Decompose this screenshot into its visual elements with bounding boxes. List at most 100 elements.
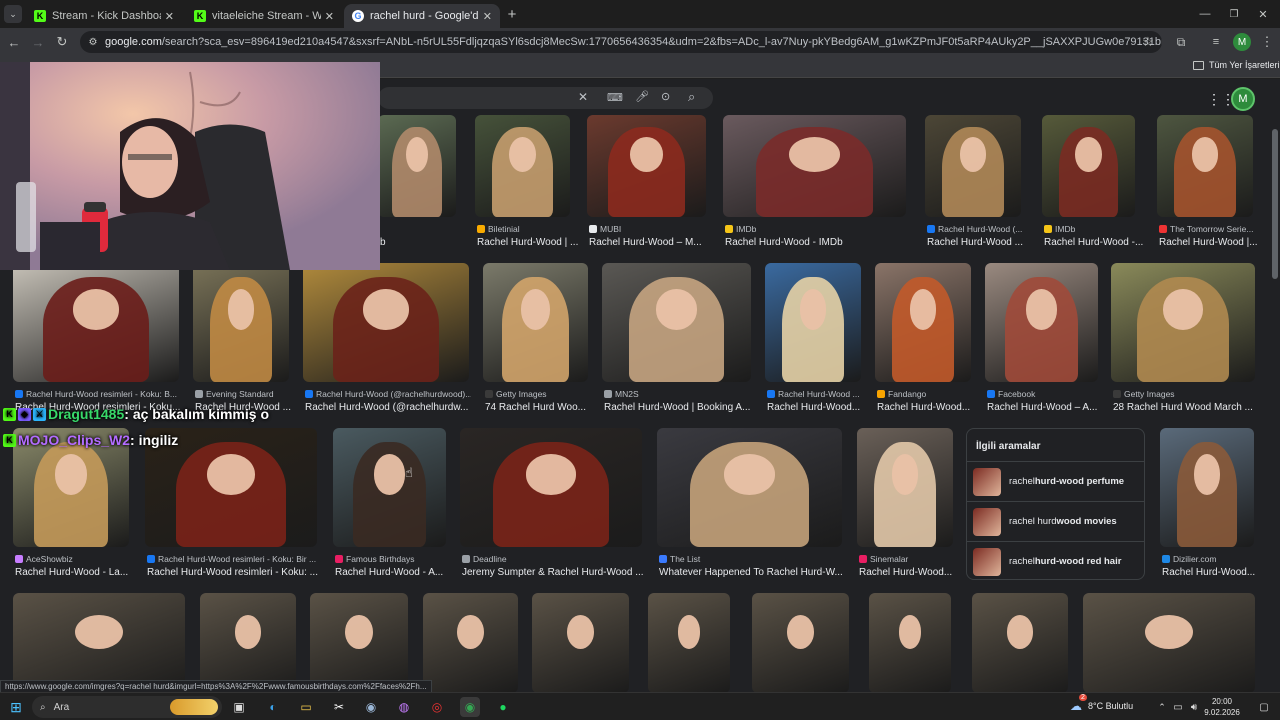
close-tab-icon[interactable]: ✕ (325, 10, 334, 23)
image-result-meta[interactable]: Rachel Hurd-Wood resimleri - Koku: Bir .… (147, 553, 319, 578)
site-info-icon[interactable]: ⚙ (84, 33, 102, 51)
volume-icon[interactable]: 🔊︎ (1184, 697, 1204, 717)
image-result-thumbnail[interactable] (460, 428, 642, 547)
related-search-item[interactable]: rachel hurd-wood perfume (967, 461, 1144, 501)
image-result-meta[interactable]: IMDb Rachel Hurd-Wood -... (1044, 223, 1164, 248)
image-result-meta[interactable]: MN2S Rachel Hurd-Wood | Booking A... (604, 388, 753, 413)
image-result-thumbnail[interactable] (303, 263, 469, 382)
image-result-thumbnail[interactable] (13, 263, 179, 382)
image-result-thumbnail[interactable] (972, 593, 1068, 692)
result-caption: Rachel Hurd-Wood | Booking A... (604, 402, 751, 413)
keyboard-icon[interactable]: ⌨ (607, 91, 623, 104)
image-result-meta[interactable]: The List Whatever Happened To Rachel Hurd… (659, 553, 844, 578)
image-result-thumbnail[interactable] (587, 115, 706, 217)
related-search-item[interactable]: rachel hurd wood movies (967, 501, 1144, 541)
image-result-thumbnail[interactable] (752, 593, 849, 692)
image-result-thumbnail[interactable] (423, 593, 518, 692)
new-tab-button[interactable]: + (503, 5, 521, 23)
image-result-meta[interactable]: Rachel Hurd-Wood (... Rachel Hurd-Wood ..… (927, 223, 1047, 248)
image-result-thumbnail[interactable] (1042, 115, 1135, 217)
related-search-item[interactable]: rachel hurd-wood red hair (967, 541, 1144, 581)
media-controls-icon[interactable]: ≡ (1207, 33, 1225, 51)
profile-avatar[interactable]: M (1233, 33, 1251, 51)
forward-icon[interactable]: → (29, 33, 47, 51)
bookmark-star-icon[interactable]: ☆ (1139, 33, 1157, 51)
image-result-thumbnail[interactable] (648, 593, 730, 692)
voice-search-icon[interactable]: 🎤︎ (635, 90, 649, 103)
image-result-meta[interactable]: Rachel Hurd-Wood ... Rachel Hurd-Wood... (767, 388, 887, 413)
browser-menu-icon[interactable]: ⋮ (1258, 33, 1276, 51)
image-result-meta[interactable]: Sinemalar Rachel Hurd-Wood... (859, 553, 979, 578)
clear-search-icon[interactable]: ✕ (578, 90, 588, 104)
back-icon[interactable]: ← (5, 33, 23, 51)
image-result-thumbnail[interactable] (985, 263, 1098, 382)
image-result-thumbnail[interactable] (723, 115, 906, 217)
close-window-icon[interactable]: ✕ (1254, 5, 1272, 23)
close-tab-icon[interactable]: ✕ (483, 10, 492, 23)
weather-widget[interactable]: ☁ 2 8°C Bulutlu (1070, 694, 1133, 713)
image-result-thumbnail[interactable] (1083, 593, 1255, 692)
edge-icon[interactable]: ◐ (263, 697, 283, 717)
tab-search-button[interactable]: ⌄ (4, 5, 22, 23)
image-result-meta[interactable]: Getty Images 28 Rachel Hurd Wood March ..… (1113, 388, 1257, 413)
chrome-icon[interactable]: ◉ (460, 697, 480, 717)
image-result-thumbnail[interactable] (200, 593, 296, 692)
restore-icon[interactable]: ❐ (1225, 5, 1243, 23)
search-box[interactable]: ✕ ⌨ 🎤︎ ⊙ ⌕ (378, 87, 713, 109)
image-result-thumbnail[interactable] (869, 593, 951, 692)
image-result-meta[interactable]: MUBI Rachel Hurd-Wood – M... (589, 223, 709, 248)
image-result-thumbnail[interactable] (1157, 115, 1253, 217)
clock[interactable]: 20:00 9.02.2026 (1202, 696, 1242, 718)
all-bookmarks-button[interactable]: Tüm Yer İşaretleri (1193, 60, 1280, 70)
image-result-meta[interactable]: Getty Images 74 Rachel Hurd Woo... (485, 388, 605, 413)
steam-icon[interactable]: ◉ (361, 697, 381, 717)
image-result-thumbnail[interactable] (475, 115, 570, 217)
capcut-icon[interactable]: ✂ (329, 697, 349, 717)
image-result-meta[interactable]: AceShowbiz Rachel Hurd-Wood - La... (15, 553, 135, 578)
reload-icon[interactable]: ↻ (53, 33, 71, 51)
file-explorer-icon[interactable]: ▭ (296, 697, 316, 717)
windows-start-icon[interactable]: ⊞ (6, 697, 26, 717)
address-bar[interactable]: google.com/search?sca_esv=896419ed210a45… (80, 31, 1162, 53)
app-icon[interactable]: ◍ (394, 697, 414, 717)
minimize-icon[interactable]: — (1196, 5, 1214, 23)
google-account-avatar[interactable]: M (1231, 87, 1255, 111)
tab-kick-dashboard[interactable]: K Stream - Kick Dashboard ✕ (26, 4, 182, 28)
image-result-thumbnail[interactable] (925, 115, 1021, 217)
image-result-thumbnail[interactable] (193, 263, 289, 382)
image-result-meta[interactable]: IMDb Rachel Hurd-Wood - IMDb (725, 223, 908, 248)
image-result-thumbnail[interactable] (310, 593, 408, 692)
image-result-meta[interactable]: The Tomorrow Serie... Rachel Hurd-Wood |.… (1159, 223, 1270, 248)
photo-subject-face (1006, 615, 1034, 649)
spotify-icon[interactable]: ● (493, 697, 513, 717)
image-result-meta[interactable]: Fandango Rachel Hurd-Wood... (877, 388, 997, 413)
close-tab-icon[interactable]: ✕ (165, 10, 174, 23)
image-result-thumbnail[interactable] (765, 263, 861, 382)
lens-icon[interactable]: ⊙ (661, 90, 670, 103)
tab-vitaeleiche-stream[interactable]: K vitaeleiche Stream - Watch Live ✕ (186, 4, 342, 28)
image-result-thumbnail[interactable] (483, 263, 588, 382)
task-view-icon[interactable]: ▣ (229, 697, 249, 717)
image-result-thumbnail[interactable] (378, 115, 456, 217)
page-scrollbar[interactable] (1270, 79, 1280, 692)
image-result-meta[interactable]: Dizilier.com Rachel Hurd-Wood... (1162, 553, 1270, 578)
image-result-meta[interactable]: Famous Birthdays Rachel Hurd-Wood - A... (335, 553, 455, 578)
image-result-thumbnail[interactable] (602, 263, 751, 382)
image-result-thumbnail[interactable] (875, 263, 971, 382)
image-result-thumbnail[interactable] (1160, 428, 1254, 547)
image-result-thumbnail[interactable] (532, 593, 629, 692)
image-result-thumbnail[interactable] (1111, 263, 1255, 382)
image-result-thumbnail[interactable] (657, 428, 842, 547)
image-result-meta[interactable]: Deadline Jeremy Sumpter & Rachel Hurd-Woo… (462, 553, 644, 578)
scrollbar-thumb[interactable] (1272, 129, 1278, 279)
search-icon[interactable]: ⌕ (688, 89, 695, 105)
taskbar-search-box[interactable]: ⌕ Ara (32, 696, 222, 718)
image-result-meta[interactable]: Biletinial Rachel Hurd-Wood | ... (477, 223, 597, 248)
tab-google-search[interactable]: G rachel hurd - Google'da Ara ✕ (344, 4, 500, 28)
image-result-thumbnail[interactable] (13, 593, 185, 692)
image-result-meta[interactable]: Facebook Rachel Hurd-Wood – A... (987, 388, 1107, 413)
extensions-icon[interactable]: ⧉ (1172, 33, 1190, 51)
image-result-thumbnail[interactable] (857, 428, 953, 547)
obs-icon[interactable]: ◎ (427, 697, 447, 717)
notifications-icon[interactable]: ▢ (1254, 697, 1274, 717)
